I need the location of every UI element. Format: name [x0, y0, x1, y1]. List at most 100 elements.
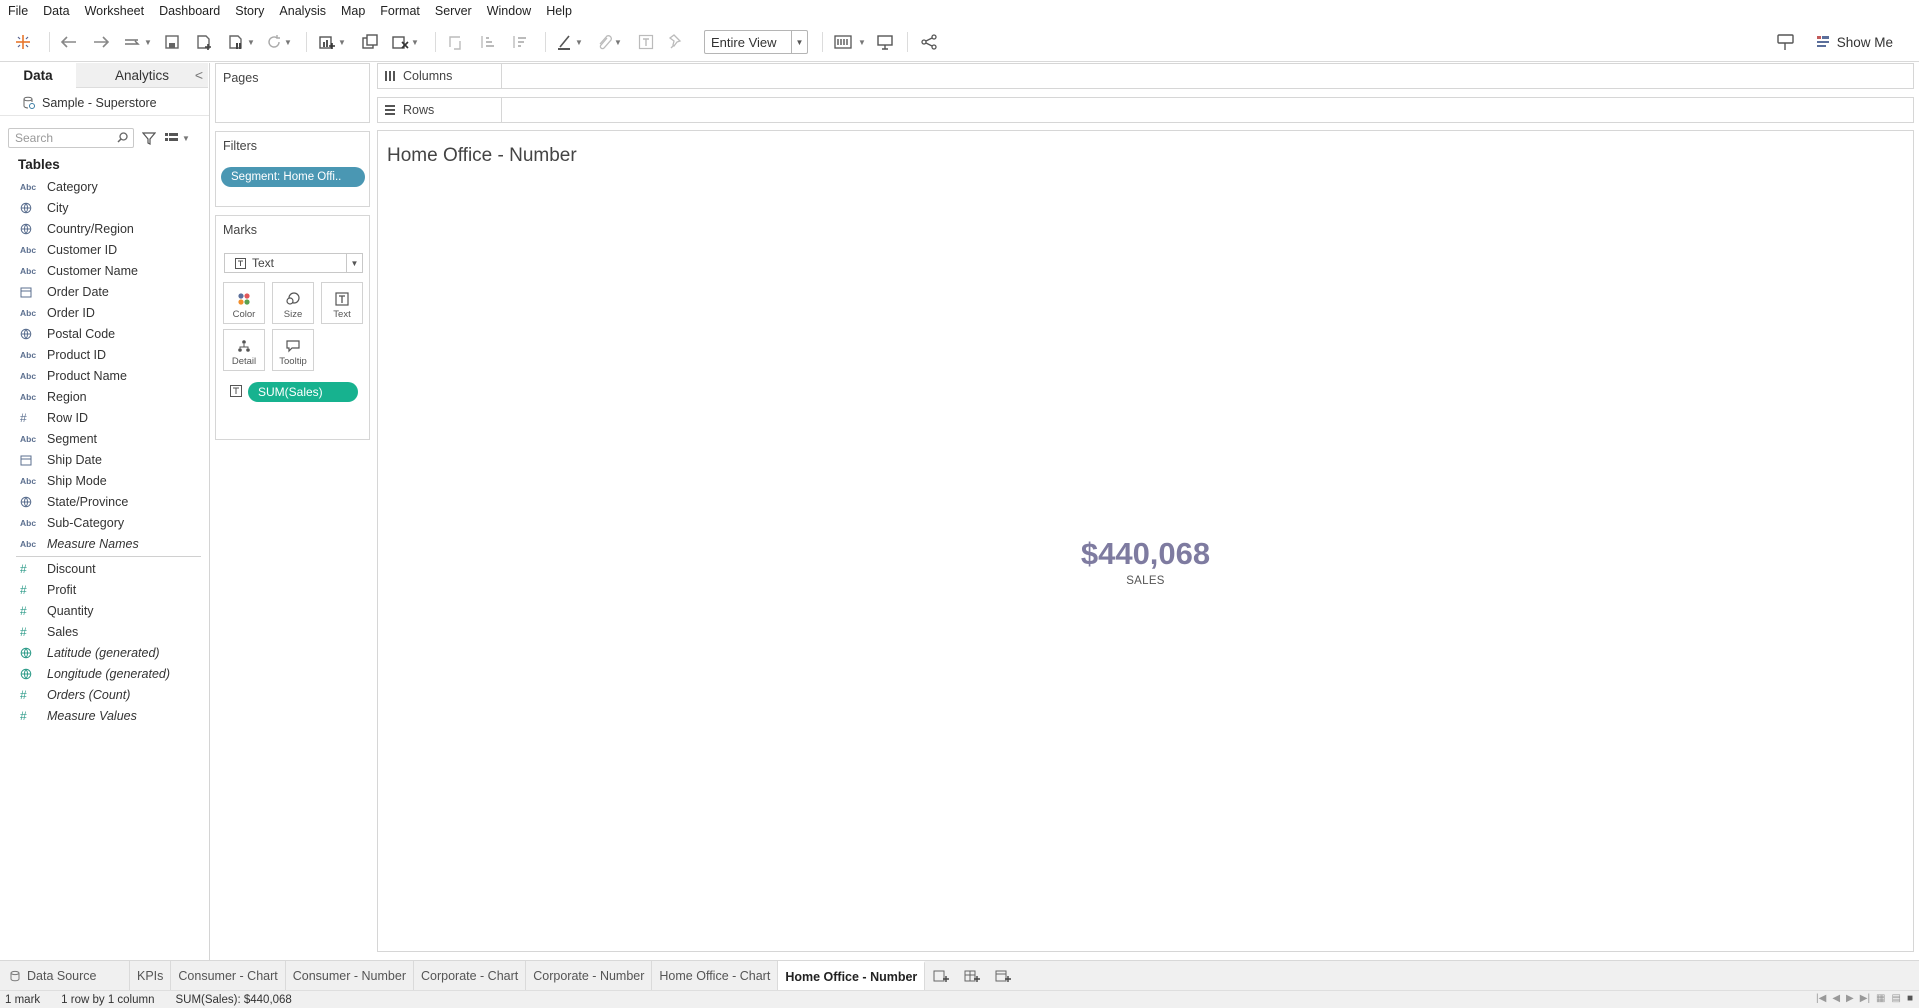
show-me-button[interactable]: Show Me	[1815, 30, 1893, 54]
first-sheet-icon[interactable]: |◀	[1816, 993, 1826, 1004]
replay-icon[interactable]: ▼	[122, 30, 152, 54]
size-mark-button[interactable]: Size	[272, 282, 314, 324]
field-item[interactable]: # Measure Values	[0, 705, 209, 726]
field-item[interactable]: Abc Customer Name	[0, 260, 209, 281]
next-sheet-icon[interactable]: ▶	[1846, 993, 1854, 1004]
sort-descending-icon[interactable]	[510, 30, 528, 54]
field-item[interactable]: Abc Measure Names	[0, 533, 209, 554]
group-icon[interactable]: ▼	[596, 30, 622, 54]
menu-format[interactable]: Format	[380, 4, 420, 18]
prev-sheet-icon[interactable]: ◀	[1832, 993, 1840, 1004]
pin-icon[interactable]	[668, 30, 684, 54]
tabs-view-icon[interactable]: ■	[1907, 993, 1913, 1004]
highlight-icon[interactable]: ▼	[557, 30, 583, 54]
field-item[interactable]: Country/Region	[0, 218, 209, 239]
columns-shelf[interactable]: Columns	[377, 63, 1914, 89]
new-story-tab-icon[interactable]	[987, 961, 1018, 990]
menu-worksheet[interactable]: Worksheet	[85, 4, 145, 18]
sheet-tab[interactable]: KPIs	[130, 961, 172, 990]
detail-mark-button[interactable]: Detail	[223, 329, 265, 371]
field-item[interactable]: Abc Order ID	[0, 302, 209, 323]
tab-data-source[interactable]: Data Source	[0, 961, 130, 990]
search-input[interactable]: Search	[8, 128, 134, 148]
undo-icon[interactable]	[60, 30, 78, 54]
text-encoding-icon[interactable]	[230, 385, 242, 397]
sheet-tab[interactable]: Corporate - Number	[526, 961, 653, 990]
tab-data[interactable]: Data	[0, 63, 76, 88]
field-item[interactable]: Abc Product ID	[0, 344, 209, 365]
sheet-tab[interactable]: Home Office - Chart	[652, 961, 779, 990]
field-item[interactable]: Abc Region	[0, 386, 209, 407]
field-item[interactable]: Abc Product Name	[0, 365, 209, 386]
sort-ascending-icon[interactable]	[478, 30, 496, 54]
field-item[interactable]: Abc Category	[0, 176, 209, 197]
kpi-value[interactable]: $440,068	[378, 536, 1913, 572]
menu-map[interactable]: Map	[341, 4, 365, 18]
view-options-icon[interactable]: ▼	[164, 132, 190, 144]
new-datasource-icon[interactable]	[195, 30, 213, 54]
field-item[interactable]: Abc Ship Mode	[0, 470, 209, 491]
field-item[interactable]: # Sales	[0, 621, 209, 642]
collapse-pane-icon[interactable]: <	[195, 67, 203, 83]
save-icon[interactable]	[164, 30, 180, 54]
field-item[interactable]: Order Date	[0, 281, 209, 302]
duplicate-sheet-icon[interactable]	[361, 30, 379, 54]
field-item[interactable]: Abc Sub-Category	[0, 512, 209, 533]
presentation-icon[interactable]	[876, 30, 894, 54]
clear-sheet-icon[interactable]: ▼	[391, 30, 419, 54]
field-item[interactable]: # Orders (Count)	[0, 684, 209, 705]
sum-sales-pill[interactable]: SUM(Sales)	[248, 382, 358, 402]
redo-icon[interactable]	[92, 30, 110, 54]
view-canvas[interactable]: Home Office - Number $440,068 SALES	[377, 130, 1914, 952]
sheet-sorter-icon[interactable]: ▦	[1876, 993, 1885, 1004]
new-dashboard-tab-icon[interactable]	[956, 961, 987, 990]
pause-updates-icon[interactable]: ▼	[227, 30, 255, 54]
filters-card[interactable]: Filters Segment: Home Offi..	[215, 131, 370, 207]
text-mark-button[interactable]: Text	[321, 282, 363, 324]
menu-server[interactable]: Server	[435, 4, 472, 18]
field-item[interactable]: Abc Customer ID	[0, 239, 209, 260]
color-mark-button[interactable]: Color	[223, 282, 265, 324]
tab-analytics[interactable]: Analytics	[76, 63, 208, 88]
menu-file[interactable]: File	[8, 4, 28, 18]
mark-type-select[interactable]: Text ▼	[224, 253, 363, 273]
filter-pill-segment[interactable]: Segment: Home Offi..	[221, 167, 365, 187]
menu-story[interactable]: Story	[235, 4, 264, 18]
rows-shelf[interactable]: Rows	[377, 97, 1914, 123]
pages-card[interactable]: Pages	[215, 63, 370, 123]
sheet-tab[interactable]: Home Office - Number	[778, 961, 926, 990]
field-item[interactable]: Abc Segment	[0, 428, 209, 449]
datasource-item[interactable]: Sample - Superstore	[0, 90, 209, 116]
menu-help[interactable]: Help	[546, 4, 572, 18]
field-item[interactable]: City	[0, 197, 209, 218]
field-item[interactable]: Longitude (generated)	[0, 663, 209, 684]
last-sheet-icon[interactable]: ▶|	[1860, 993, 1870, 1004]
sheet-tab[interactable]: Consumer - Number	[286, 961, 414, 990]
menu-window[interactable]: Window	[487, 4, 531, 18]
refresh-icon[interactable]: ▼	[266, 30, 292, 54]
share-icon[interactable]	[920, 30, 938, 54]
sheet-tab[interactable]: Corporate - Chart	[414, 961, 527, 990]
swap-icon[interactable]	[446, 30, 464, 54]
filmstrip-icon[interactable]: ▤	[1892, 993, 1901, 1004]
menu-dashboard[interactable]: Dashboard	[159, 4, 220, 18]
fit-view-select[interactable]: Entire View ▼	[704, 30, 808, 54]
field-item[interactable]: # Profit	[0, 579, 209, 600]
field-item[interactable]: Latitude (generated)	[0, 642, 209, 663]
field-item[interactable]: # Quantity	[0, 600, 209, 621]
tableau-logo-icon[interactable]	[14, 30, 32, 54]
field-item[interactable]: # Row ID	[0, 407, 209, 428]
sheet-tab[interactable]: Consumer - Chart	[171, 961, 286, 990]
tooltip-icon[interactable]	[1776, 30, 1796, 54]
fit-icon[interactable]: ▼	[834, 30, 866, 54]
filter-icon[interactable]	[142, 131, 156, 145]
field-item[interactable]: Ship Date	[0, 449, 209, 470]
field-item[interactable]: Postal Code	[0, 323, 209, 344]
menu-analysis[interactable]: Analysis	[279, 4, 326, 18]
label-icon[interactable]	[638, 30, 654, 54]
field-item[interactable]: State/Province	[0, 491, 209, 512]
field-item[interactable]: # Discount	[0, 558, 209, 579]
tooltip-mark-button[interactable]: Tooltip	[272, 329, 314, 371]
new-worksheet-icon[interactable]: ▼	[318, 30, 346, 54]
menu-data[interactable]: Data	[43, 4, 69, 18]
